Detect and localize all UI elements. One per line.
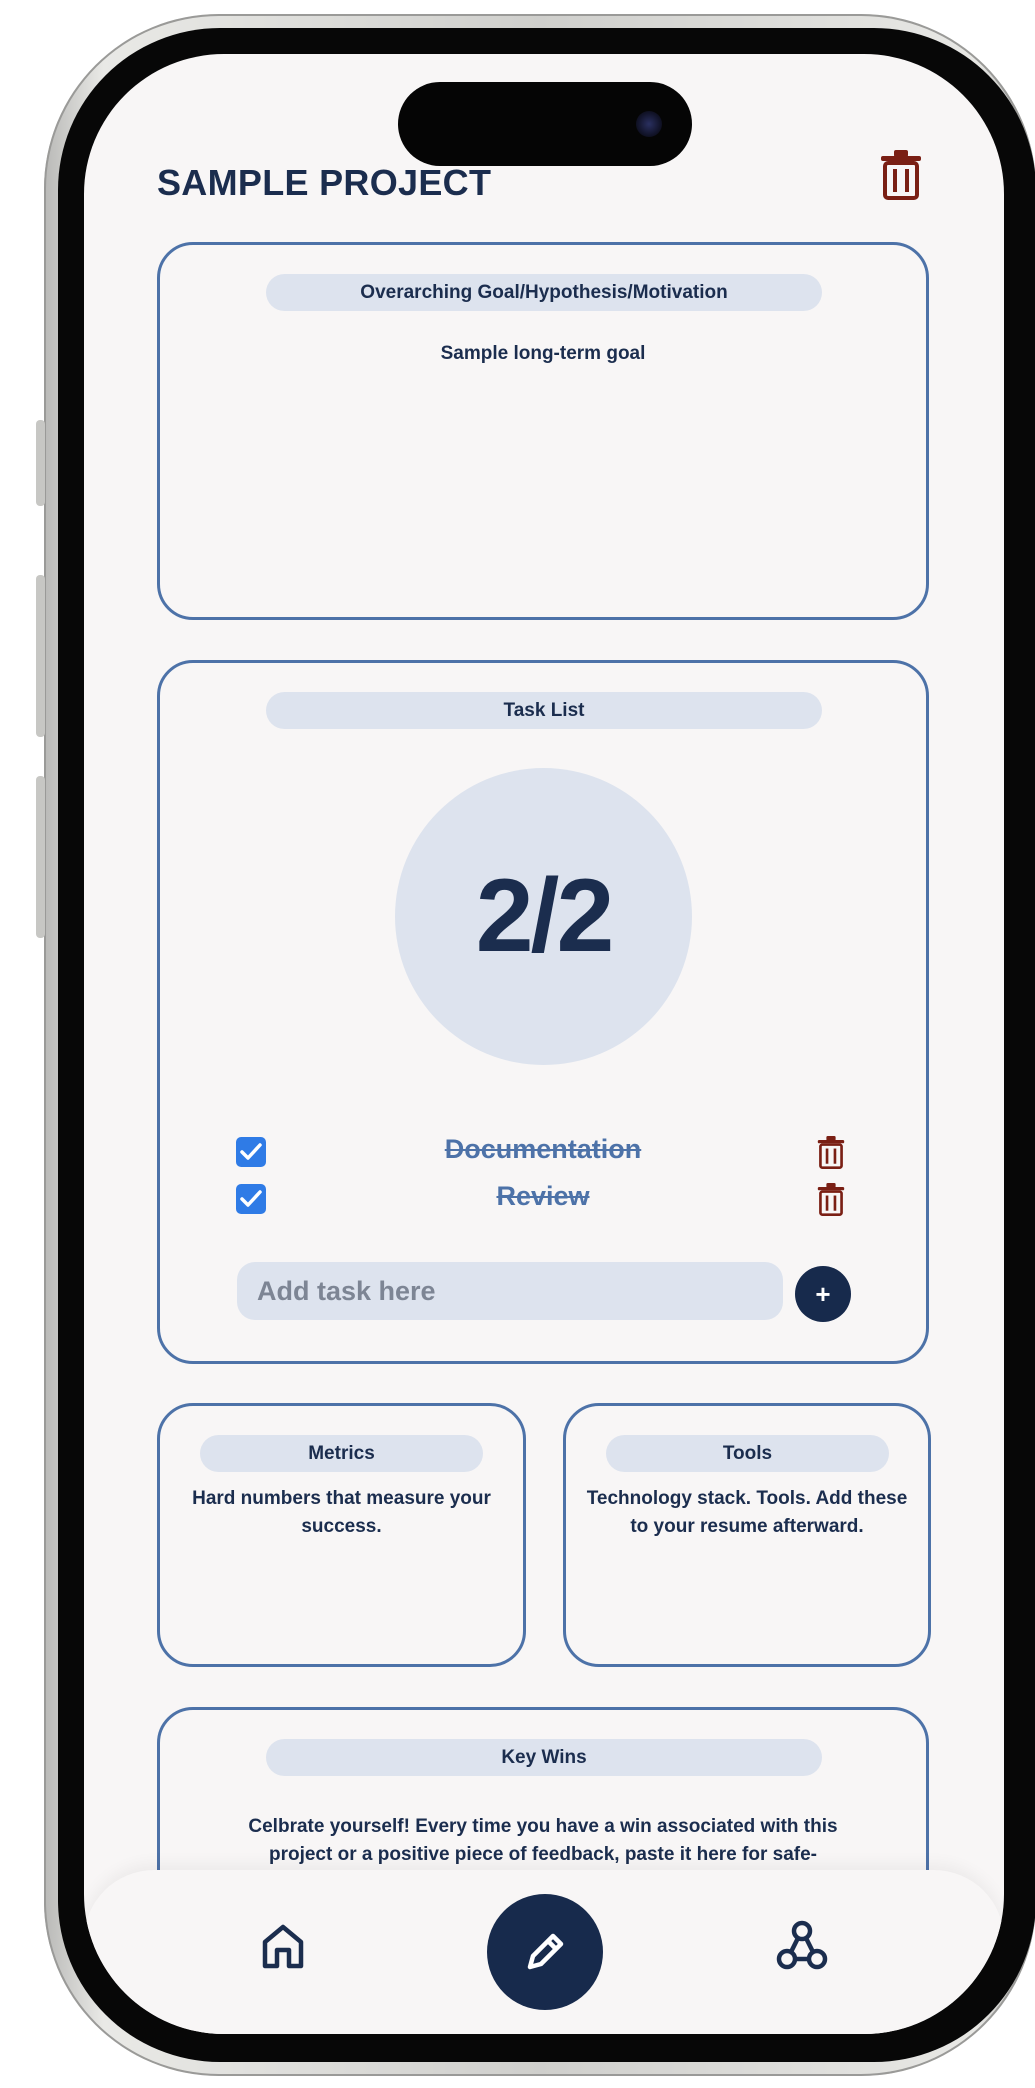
metrics-card-text[interactable]: Hard numbers that measure your success. bbox=[160, 1485, 523, 1541]
goal-card-text[interactable]: Sample long-term goal bbox=[160, 340, 926, 368]
tools-card-text[interactable]: Technology stack. Tools. Add these to yo… bbox=[566, 1485, 928, 1541]
network-icon bbox=[776, 1920, 828, 1970]
metrics-card: Metrics Hard numbers that measure your s… bbox=[157, 1403, 526, 1667]
delete-task-button[interactable] bbox=[817, 1136, 845, 1169]
key-wins-header: Key Wins bbox=[266, 1739, 822, 1776]
delete-task-button[interactable] bbox=[817, 1183, 845, 1216]
pencil-icon bbox=[527, 1933, 564, 1970]
phone-volume-up-button bbox=[36, 575, 45, 737]
tools-card: Tools Technology stack. Tools. Add these… bbox=[563, 1403, 931, 1667]
metrics-card-header: Metrics bbox=[200, 1435, 483, 1472]
home-icon bbox=[262, 1924, 304, 1969]
task-row: Review bbox=[160, 1181, 926, 1217]
delete-project-button[interactable] bbox=[880, 150, 922, 200]
checkmark-icon bbox=[240, 1190, 262, 1207]
task-row: Documentation bbox=[160, 1134, 926, 1170]
add-task-button[interactable]: + bbox=[795, 1266, 851, 1322]
phone-action-button bbox=[36, 420, 45, 506]
task-list-card: Task List 2/2 Documentation Review Add t… bbox=[157, 660, 929, 1364]
phone-volume-down-button bbox=[36, 776, 45, 938]
task-checkbox[interactable] bbox=[236, 1184, 266, 1214]
goal-card: Overarching Goal/Hypothesis/Motivation S… bbox=[157, 242, 929, 620]
trash-icon bbox=[881, 150, 921, 200]
nav-home-button[interactable] bbox=[260, 1922, 306, 1975]
task-progress-circle: 2/2 bbox=[395, 768, 692, 1065]
page-title: SAMPLE PROJECT bbox=[157, 162, 492, 203]
trash-icon bbox=[817, 1136, 845, 1169]
task-label: Review bbox=[496, 1181, 590, 1211]
trash-icon bbox=[817, 1183, 845, 1216]
goal-card-header: Overarching Goal/Hypothesis/Motivation bbox=[266, 274, 822, 311]
tools-card-header: Tools bbox=[606, 1435, 889, 1472]
camera-lens bbox=[636, 111, 662, 137]
nav-network-button[interactable] bbox=[776, 1920, 828, 1977]
task-label: Documentation bbox=[444, 1134, 642, 1164]
edit-fab-button[interactable] bbox=[487, 1894, 603, 2010]
add-task-input[interactable] bbox=[237, 1262, 783, 1320]
task-checkbox[interactable] bbox=[236, 1137, 266, 1167]
app-screen: SAMPLE PROJECT Overarching Goal/Hypothes… bbox=[84, 54, 1004, 2034]
task-list-header: Task List bbox=[266, 692, 822, 729]
dynamic-island bbox=[398, 82, 692, 166]
checkmark-icon bbox=[240, 1143, 262, 1160]
key-wins-text[interactable]: Celbrate yourself! Every time you have a… bbox=[160, 1813, 926, 1869]
